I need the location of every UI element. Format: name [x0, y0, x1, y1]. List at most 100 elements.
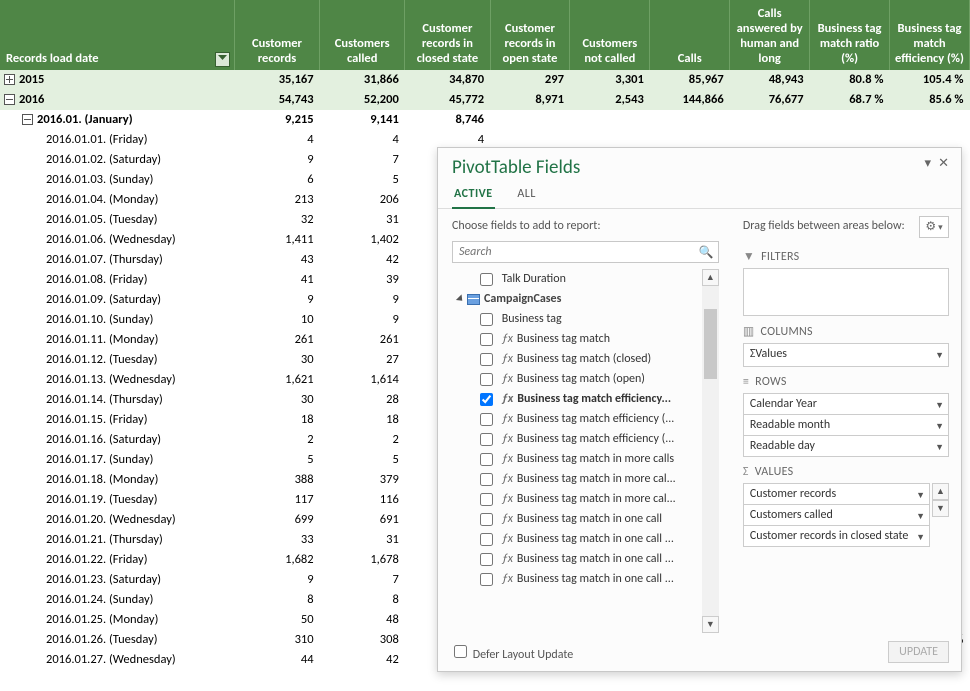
row-label[interactable]: 2016.01.04. (Monday) — [0, 190, 234, 210]
scroll-up-icon[interactable]: ▲ — [702, 269, 719, 286]
row-label[interactable]: 2016.01.02. (Saturday) — [0, 150, 234, 170]
cell[interactable] — [730, 110, 810, 130]
row-label[interactable]: 2016.01.18. (Monday) — [0, 470, 234, 490]
column-header[interactable]: Calls answered by human and long — [730, 0, 810, 70]
field-tree-item[interactable]: ƒxBusiness tag match in one call ... — [452, 549, 719, 569]
field-tree-scrollbar[interactable]: ▲ ▼ — [702, 269, 719, 633]
row-label[interactable]: 2016.01.01. (Friday) — [0, 130, 234, 150]
cell[interactable]: 379 — [320, 470, 405, 490]
cell[interactable]: 39 — [320, 270, 405, 290]
row-label[interactable]: 2016.01.08. (Friday) — [0, 270, 234, 290]
row-label[interactable]: 2016.01.12. (Tuesday) — [0, 350, 234, 370]
cell[interactable]: 9 — [234, 570, 319, 590]
cell[interactable]: 4 — [234, 130, 319, 150]
column-header[interactable]: Calls — [650, 0, 730, 70]
drop-area-item[interactable]: Calendar Year▼ — [744, 394, 948, 415]
cell[interactable]: 33 — [234, 530, 319, 550]
drop-area-item[interactable]: Customers called▼ — [744, 505, 929, 526]
cell[interactable] — [570, 110, 650, 130]
column-header[interactable]: Customer records in open state — [490, 0, 570, 70]
cell[interactable] — [490, 110, 570, 130]
row-label[interactable]: 2016.01.05. (Tuesday) — [0, 210, 234, 230]
cell[interactable]: 31 — [320, 530, 405, 550]
cell[interactable]: 44 — [234, 650, 319, 670]
cell[interactable]: 310 — [234, 630, 319, 650]
field-tree[interactable]: Talk DurationCampaignCases Business tag … — [452, 269, 719, 633]
field-tree-item[interactable]: ƒxBusiness tag match (open) — [452, 369, 719, 389]
field-tree-item[interactable]: ƒxBusiness tag match in more cal... — [452, 469, 719, 489]
cell[interactable]: 9 — [320, 290, 405, 310]
cell[interactable]: 54,743 — [234, 90, 319, 110]
cell[interactable]: 30 — [234, 390, 319, 410]
cell[interactable]: 27 — [320, 350, 405, 370]
chevron-down-icon[interactable]: ▼ — [935, 442, 944, 453]
values-scrollbar[interactable]: ▲ ▼ — [932, 483, 949, 517]
row-label[interactable]: 2016.01.07. (Thursday) — [0, 250, 234, 270]
row-label[interactable]: 2016.01.11. (Monday) — [0, 330, 234, 350]
cell[interactable]: 41 — [234, 270, 319, 290]
search-input[interactable] — [452, 241, 719, 263]
cell[interactable]: 48 — [320, 610, 405, 630]
expand-icon[interactable] — [4, 74, 15, 85]
cell[interactable]: 48,943 — [730, 70, 810, 90]
field-tree-item[interactable]: ƒxBusiness tag match — [452, 329, 719, 349]
pane-menu-icon[interactable]: ▾ — [924, 156, 931, 171]
cell[interactable]: 5 — [320, 450, 405, 470]
row-label[interactable]: 2016.01.10. (Sunday) — [0, 310, 234, 330]
cell[interactable]: 9 — [234, 290, 319, 310]
cell[interactable]: 1,614 — [320, 370, 405, 390]
cell[interactable]: 1,411 — [234, 230, 319, 250]
row-label[interactable]: 2016.01.16. (Saturday) — [0, 430, 234, 450]
row-label[interactable]: 2016.01.19. (Tuesday) — [0, 490, 234, 510]
column-header[interactable]: Records load date — [0, 0, 234, 70]
field-tree-item[interactable]: Talk Duration — [452, 269, 719, 289]
row-label[interactable]: 2016.01.25. (Monday) — [0, 610, 234, 630]
cell[interactable]: 144,866 — [650, 90, 730, 110]
row-label[interactable]: 2016.01.26. (Tuesday) — [0, 630, 234, 650]
row-label[interactable]: 2016 — [0, 90, 234, 110]
field-tree-item[interactable]: ƒxBusiness tag match in one call — [452, 509, 719, 529]
gear-icon[interactable]: ⚙ — [919, 216, 949, 238]
cell[interactable]: 699 — [234, 510, 319, 530]
field-tree-item[interactable]: ƒxBusiness tag match in one call ... — [452, 569, 719, 589]
cell[interactable]: 1,678 — [320, 550, 405, 570]
row-labels-filter-icon[interactable] — [215, 52, 230, 67]
tab-all[interactable]: ALL — [515, 183, 538, 207]
row-label[interactable]: 2016.01. (January) — [0, 110, 234, 130]
cell[interactable]: 68.7 % — [810, 90, 890, 110]
collapse-icon[interactable] — [4, 94, 15, 105]
scroll-up-icon[interactable]: ▲ — [932, 483, 949, 500]
columns-drop-area[interactable]: Values▼ — [743, 343, 949, 367]
table-row[interactable]: 201535,16731,86634,8702973,30185,96748,9… — [0, 70, 970, 90]
close-icon[interactable]: ✕ — [938, 156, 949, 171]
cell[interactable]: 52,200 — [320, 90, 405, 110]
chevron-down-icon[interactable]: ▼ — [935, 421, 944, 432]
cell[interactable]: 7 — [320, 150, 405, 170]
update-button[interactable]: UPDATE — [888, 641, 949, 663]
drop-area-item[interactable]: Customer records in closed state▼ — [744, 526, 929, 546]
row-label[interactable]: 2016.01.13. (Wednesday) — [0, 370, 234, 390]
cell[interactable]: 8,971 — [490, 90, 570, 110]
cell[interactable]: 85,967 — [650, 70, 730, 90]
row-label[interactable]: 2016.01.21. (Thursday) — [0, 530, 234, 550]
cell[interactable]: 206 — [320, 190, 405, 210]
column-header[interactable]: Customers called — [320, 0, 405, 70]
cell[interactable]: 8 — [234, 590, 319, 610]
cell[interactable]: 35,167 — [234, 70, 319, 90]
scroll-down-icon[interactable]: ▼ — [932, 500, 949, 517]
cell[interactable]: 116 — [320, 490, 405, 510]
row-label[interactable]: 2016.01.06. (Wednesday) — [0, 230, 234, 250]
field-tree-item[interactable]: ƒxBusiness tag match in one call ... — [452, 529, 719, 549]
row-label[interactable]: 2016.01.20. (Wednesday) — [0, 510, 234, 530]
row-label[interactable]: 2016.01.09. (Saturday) — [0, 290, 234, 310]
cell[interactable]: 28 — [320, 390, 405, 410]
drop-area-item[interactable]: Values▼ — [744, 344, 948, 364]
column-header[interactable]: Customer records in closed state — [405, 0, 490, 70]
field-tree-item[interactable]: ƒxBusiness tag match in more cal... — [452, 489, 719, 509]
cell[interactable]: 117 — [234, 490, 319, 510]
field-tree-item[interactable]: ƒxBusiness tag match in more calls — [452, 449, 719, 469]
table-row[interactable]: 2016.01. (January)9,2159,1418,746 — [0, 110, 970, 130]
field-tree-table[interactable]: CampaignCases — [452, 289, 719, 309]
collapse-icon[interactable] — [22, 114, 33, 125]
column-header[interactable]: Customer records — [234, 0, 319, 70]
